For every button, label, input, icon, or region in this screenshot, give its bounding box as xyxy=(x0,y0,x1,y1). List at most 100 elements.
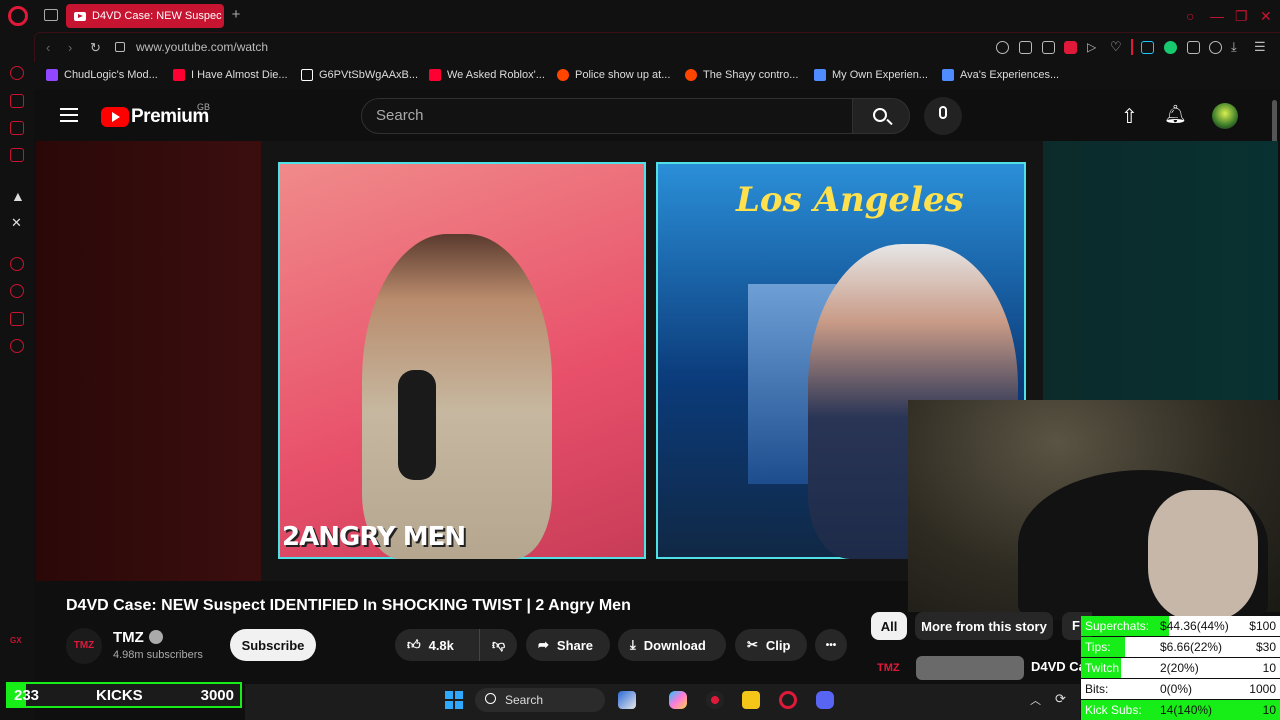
sidebar-gx-icon[interactable]: GX xyxy=(10,636,22,645)
heart-icon[interactable]: ♡ xyxy=(1110,39,1122,55)
recommendation-title[interactable]: D4VD Ca xyxy=(1031,659,1086,674)
sidebar-extensions-icon[interactable] xyxy=(10,312,24,326)
thumbs-down-icon: 👎︎ xyxy=(492,637,506,652)
taskbar-search-icon xyxy=(485,693,496,704)
tray-chevron-icon[interactable]: ︿ xyxy=(1030,692,1041,708)
back-icon[interactable]: ‹ xyxy=(46,40,50,55)
bookmark-item[interactable]: The Shayy contro... xyxy=(685,69,798,81)
bookmark-item[interactable]: We Asked Roblox'... xyxy=(429,69,545,81)
goal-label: Tips: xyxy=(1085,640,1111,654)
sidebar-history-icon[interactable] xyxy=(10,284,24,298)
tab-active[interactable]: D4VD Case: NEW Suspec xyxy=(66,4,224,28)
clip-label: Clip xyxy=(765,637,791,653)
sidebar-wallet-icon[interactable] xyxy=(10,121,24,135)
search-button[interactable] xyxy=(852,98,910,134)
snapshot-icon[interactable] xyxy=(1042,41,1055,54)
host-left-figure xyxy=(362,234,552,559)
search-input[interactable] xyxy=(361,98,853,134)
channel-avatar[interactable]: TMZ xyxy=(66,628,102,664)
pin-icon[interactable] xyxy=(1019,41,1032,54)
bookmark-item[interactable]: I Have Almost Die... xyxy=(173,69,288,81)
easy-setup-icon[interactable]: ☰ xyxy=(1254,39,1266,55)
chip-all[interactable]: All xyxy=(871,612,907,640)
like-count: 4.8k xyxy=(428,637,454,653)
webcam-overlay xyxy=(908,400,1280,620)
zoom-icon[interactable] xyxy=(996,41,1009,54)
goal-row-tips: Tips: $6.66(22%) $30 xyxy=(1081,637,1280,657)
sidebar-workspace-icon[interactable] xyxy=(10,94,24,108)
more-actions-button[interactable]: ••• xyxy=(815,629,847,661)
sidebar-messenger-icon[interactable] xyxy=(10,148,24,162)
sidebar-x-icon[interactable]: ✕ xyxy=(11,215,22,231)
clip-button[interactable]: ✂ Clip xyxy=(735,629,807,661)
copilot-icon[interactable] xyxy=(669,691,687,709)
restore-icon[interactable]: ❐ xyxy=(1235,8,1248,25)
recommendation-thumbnail[interactable] xyxy=(916,656,1024,680)
docs-icon xyxy=(814,69,826,81)
tab-list-icon[interactable] xyxy=(44,9,58,21)
sidebar-app-icon[interactable]: ▲ xyxy=(11,188,25,204)
opera-logo-icon[interactable] xyxy=(8,6,28,26)
extension-icon[interactable] xyxy=(1141,41,1154,54)
goal-value: 14(140%) xyxy=(1160,703,1213,717)
chip-more-from-story[interactable]: More from this story xyxy=(915,612,1053,640)
search-tabs-icon[interactable]: ○ xyxy=(1186,8,1194,24)
new-tab-button[interactable]: + xyxy=(228,6,244,24)
tray-sync-icon[interactable]: ⟳ xyxy=(1055,691,1066,707)
avatar[interactable] xyxy=(1212,103,1238,129)
goal-label: Bits: xyxy=(1085,682,1109,696)
extensions-puzzle-icon[interactable] xyxy=(1187,41,1200,54)
goal-target: 10 xyxy=(1262,703,1276,717)
reload-icon[interactable]: ↻ xyxy=(90,40,101,56)
url-field[interactable]: www.youtube.com/watch xyxy=(136,40,268,54)
kicks-goal: 3000 xyxy=(200,687,234,704)
minimize-icon[interactable]: — xyxy=(1210,8,1224,24)
goal-label: Superchats: xyxy=(1085,619,1150,633)
forward-icon[interactable]: › xyxy=(68,40,72,55)
vpn-shield-icon[interactable] xyxy=(1064,41,1077,54)
sidebar-player-icon[interactable] xyxy=(10,257,24,271)
youtube-logo-icon[interactable] xyxy=(101,107,129,127)
download-icon[interactable]: ⤓ xyxy=(1231,39,1237,55)
bookmark-item[interactable]: ChudLogic's Mod... xyxy=(46,69,158,81)
discord-icon[interactable] xyxy=(816,691,834,709)
bookmark-item[interactable]: Ava's Experiences... xyxy=(942,69,1059,81)
youtube-icon xyxy=(429,69,441,81)
bookmark-item[interactable]: Police show up at... xyxy=(557,69,670,81)
sidebar-settings-icon[interactable] xyxy=(10,339,24,353)
toolbar-divider xyxy=(1131,39,1133,55)
subscribe-button[interactable]: Subscribe xyxy=(230,629,316,661)
taskbar-search[interactable]: Search xyxy=(475,688,605,712)
goal-label: Kick Subs: xyxy=(1085,703,1142,717)
channel-name[interactable]: TMZ xyxy=(113,629,144,646)
windows-start-icon[interactable] xyxy=(445,691,463,709)
menu-icon[interactable] xyxy=(60,108,78,122)
goal-value: 0(0%) xyxy=(1160,682,1193,696)
upload-icon[interactable]: ⇧ xyxy=(1121,104,1138,129)
sidebar-aria-icon[interactable] xyxy=(10,66,24,80)
file-explorer-icon[interactable] xyxy=(742,691,760,709)
kicks-count: 233 xyxy=(14,687,40,704)
goal-label: Twitch Subs: xyxy=(1085,661,1154,675)
opera-gx-taskbar-icon[interactable] xyxy=(779,691,797,709)
taskbar-search-label: Search xyxy=(505,693,544,707)
download-icon: ⤓ xyxy=(630,637,636,652)
bookmark-item[interactable]: My Own Experien... xyxy=(814,69,928,81)
profile-icon[interactable] xyxy=(1209,41,1222,54)
voice-search-button[interactable] xyxy=(924,97,962,135)
play-icon[interactable]: ▷ xyxy=(1087,40,1096,54)
media-app-icon[interactable] xyxy=(706,691,724,709)
like-button[interactable]: 👍︎ 4.8k xyxy=(395,629,479,661)
download-button[interactable]: ⤓ Download xyxy=(618,629,726,661)
close-icon[interactable]: ✕ xyxy=(1260,8,1272,25)
bookmark-item[interactable]: G6PVtSbWgAAxB... xyxy=(301,69,418,81)
news-widget-icon[interactable] xyxy=(618,691,636,709)
lock-icon[interactable] xyxy=(115,42,125,52)
goal-value: $44.36(44%) xyxy=(1160,619,1229,633)
opera-sidebar xyxy=(0,32,34,720)
share-button[interactable]: ➦ Share xyxy=(526,629,610,661)
notifications-bell-icon[interactable]: 🔔︎ xyxy=(1164,104,1187,125)
grammar-extension-icon[interactable] xyxy=(1164,41,1177,54)
dislike-button[interactable]: 👎︎ xyxy=(479,629,517,661)
kicks-label: KICKS xyxy=(96,687,143,704)
